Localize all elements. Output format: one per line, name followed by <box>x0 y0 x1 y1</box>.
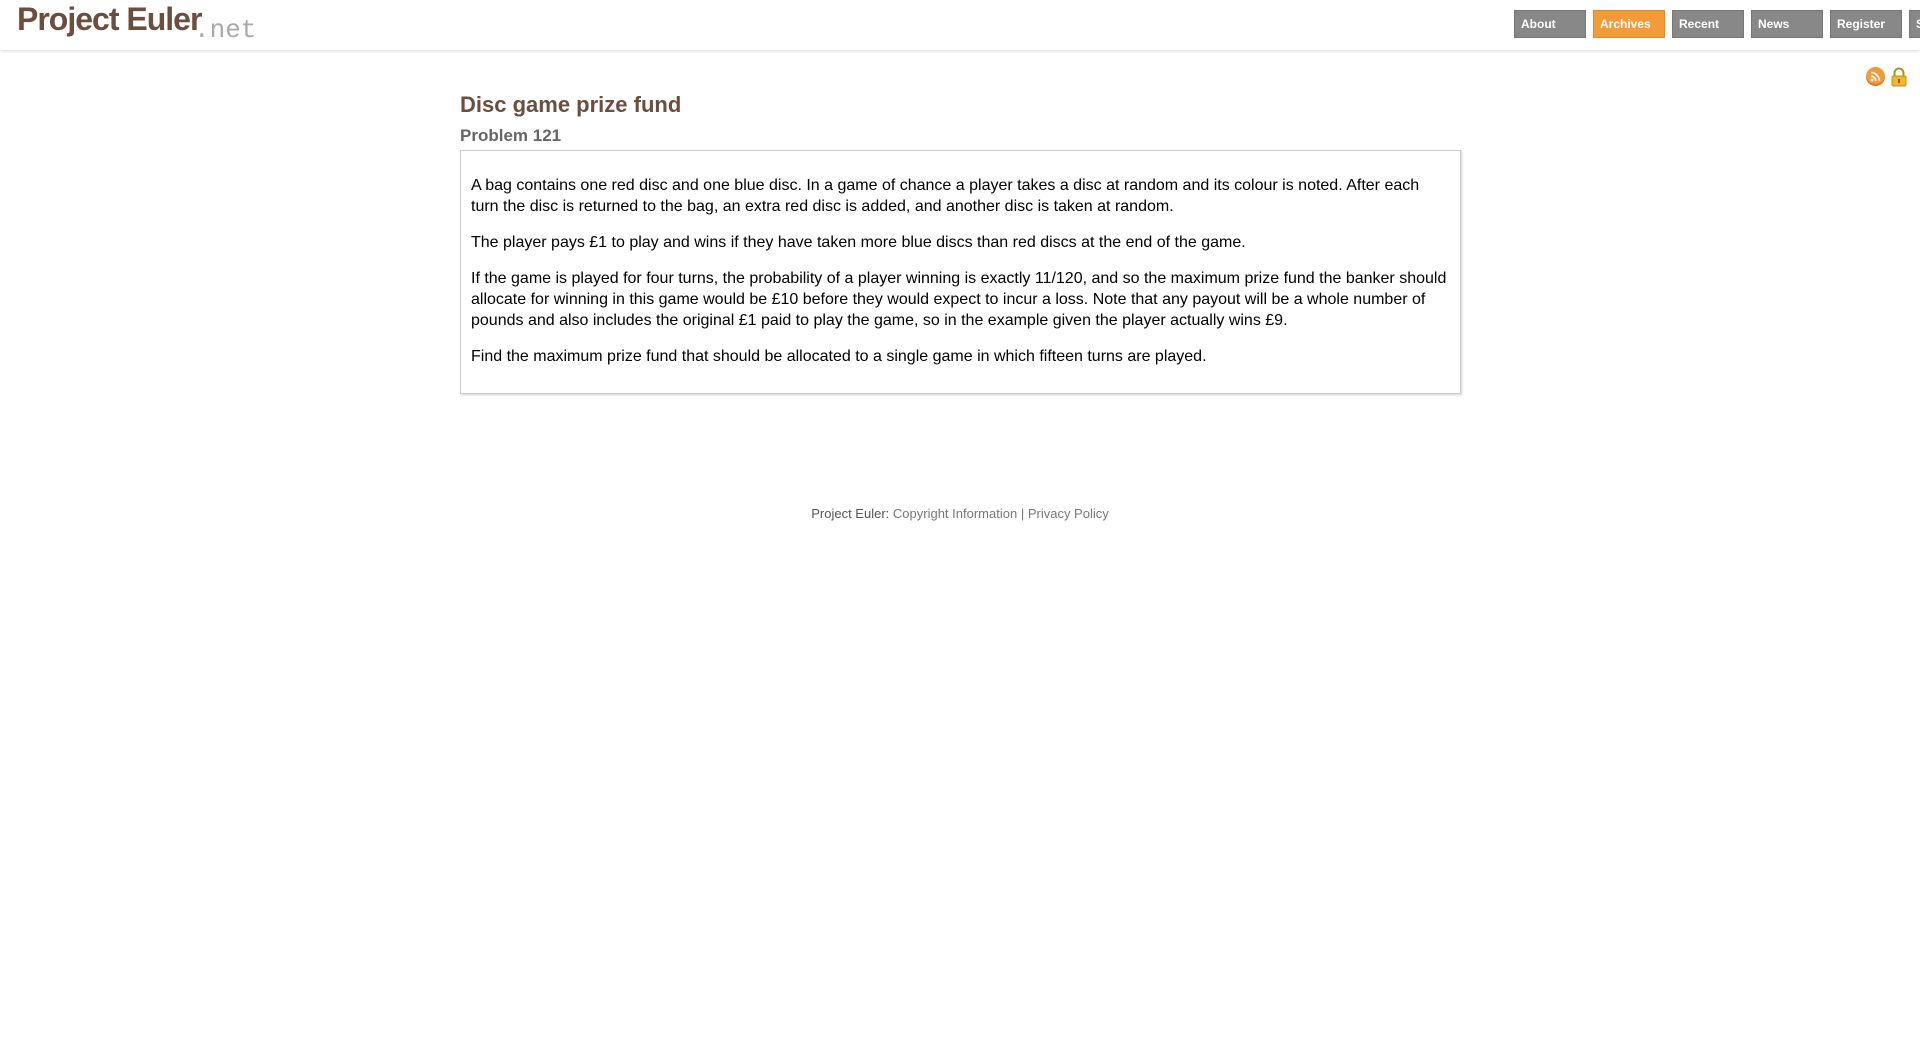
main-nav: About Archives Recent News Register Sign… <box>1514 10 1920 38</box>
lock-icon[interactable] <box>1890 67 1908 87</box>
site-footer: Project Euler: Copyright Information | P… <box>0 506 1920 521</box>
problem-paragraph: If the game is played for four turns, th… <box>471 270 1447 329</box>
nav-register-button[interactable]: Register <box>1830 10 1902 38</box>
utility-icons <box>1858 67 1908 87</box>
problem-content: Disc game prize fund Problem 121 A bag c… <box>460 88 1461 394</box>
problem-paragraph: The player pays £1 to play and wins if t… <box>471 234 1246 251</box>
logo-tld-text: .net <box>194 15 257 45</box>
nav-signin-button[interactable]: Sign In <box>1909 10 1920 38</box>
privacy-link[interactable]: Privacy Policy <box>1028 506 1109 521</box>
nav-recent-button[interactable]: Recent <box>1672 10 1744 38</box>
logo-main-text: Project Euler <box>17 1 202 37</box>
nav-about-button[interactable]: About <box>1514 10 1586 38</box>
site-header: Project Euler .net About Archives Recent… <box>0 0 1920 50</box>
copyright-link[interactable]: Copyright Information <box>893 506 1017 521</box>
problem-description: A bag contains one red disc and one blue… <box>460 150 1461 394</box>
nav-news-button[interactable]: News <box>1751 10 1823 38</box>
footer-separator: | <box>1020 506 1025 521</box>
problem-number: Problem 121 <box>460 126 562 145</box>
problem-paragraph: Find the maximum prize fund that should … <box>471 348 1207 365</box>
problem-title: Disc game prize fund <box>460 92 682 117</box>
problem-paragraph: A bag contains one red disc and one blue… <box>471 177 1420 215</box>
nav-archives-button[interactable]: Archives <box>1593 10 1665 38</box>
footer-prefix: Project Euler: <box>811 506 890 521</box>
rss-icon[interactable] <box>1866 67 1885 86</box>
